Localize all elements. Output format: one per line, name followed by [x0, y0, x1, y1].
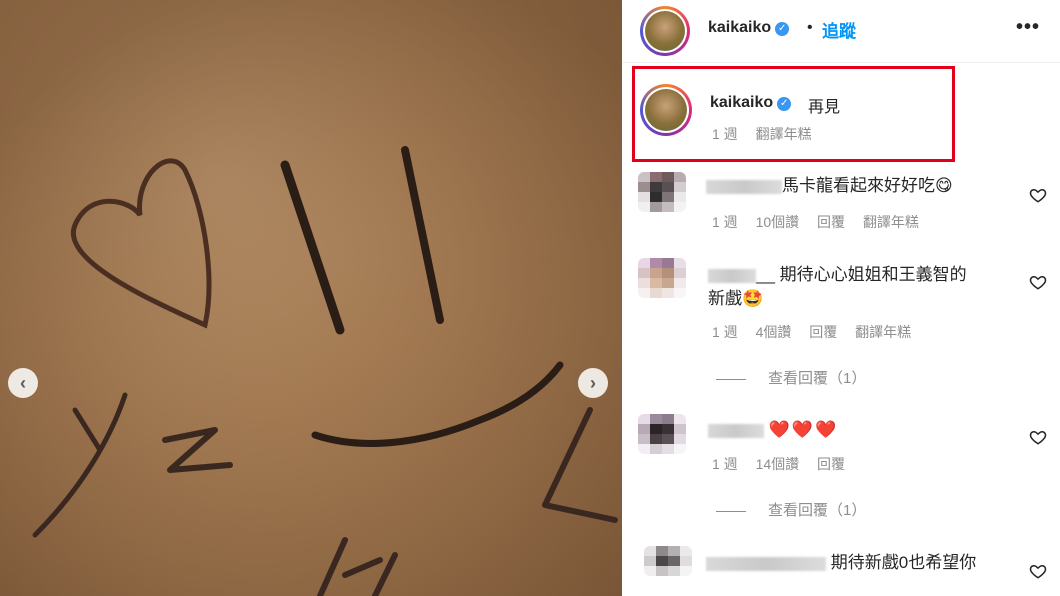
comment-avatar[interactable] — [644, 546, 692, 576]
heart-outline-icon[interactable] — [1029, 273, 1047, 291]
comment-avatar[interactable] — [638, 258, 686, 298]
comment-meta: 1 週 10個讚 回覆 翻譯年糕 — [712, 214, 919, 230]
separator-dot: • — [807, 19, 813, 36]
tattoo-drawing — [0, 0, 622, 596]
comment-meta: 1 週 14個讚 回覆 — [712, 456, 846, 472]
header-username[interactable]: kaikaiko ✓ — [708, 19, 790, 37]
post-header: kaikaiko ✓ • 追蹤 ••• — [622, 0, 1060, 63]
view-replies-button[interactable]: 查看回覆（1） — [716, 499, 866, 520]
next-image-button[interactable]: › — [578, 368, 608, 398]
redacted-username — [706, 179, 782, 194]
heart-outline-icon[interactable] — [1029, 186, 1047, 204]
chevron-right-icon: › — [590, 372, 596, 393]
comment-text: __ 期待心心姐姐和王義智的 新戲🤩 — [708, 265, 967, 308]
comment-avatar[interactable] — [638, 414, 686, 454]
comment-avatar[interactable] — [638, 172, 686, 212]
post-photo: ‹ › — [0, 0, 622, 596]
comment-text: 期待新戲0也希望你 — [706, 551, 976, 575]
more-options-icon[interactable]: ••• — [1016, 16, 1040, 39]
redacted-username — [708, 268, 756, 283]
heart-outline-icon[interactable] — [1029, 428, 1047, 446]
chevron-left-icon: ‹ — [20, 372, 26, 393]
heart-outline-icon[interactable] — [1029, 562, 1047, 580]
redacted-username — [708, 423, 764, 438]
comment-text: 馬卡龍看起來好好吃😋 — [706, 174, 953, 198]
redacted-username — [706, 556, 826, 571]
highlight-box — [632, 66, 955, 162]
comment-meta: 1 週 4個讚 回覆 翻譯年糕 — [712, 324, 912, 340]
view-replies-button[interactable]: 查看回覆（1） — [716, 367, 866, 388]
divider-line — [716, 378, 746, 380]
divider-line — [716, 510, 746, 512]
avatar[interactable] — [640, 6, 690, 56]
comment-text: ❤️❤️❤️ — [708, 418, 838, 442]
follow-button[interactable]: 追蹤 — [822, 17, 856, 42]
prev-image-button[interactable]: ‹ — [8, 368, 38, 398]
verified-badge-icon: ✓ — [775, 22, 790, 36]
